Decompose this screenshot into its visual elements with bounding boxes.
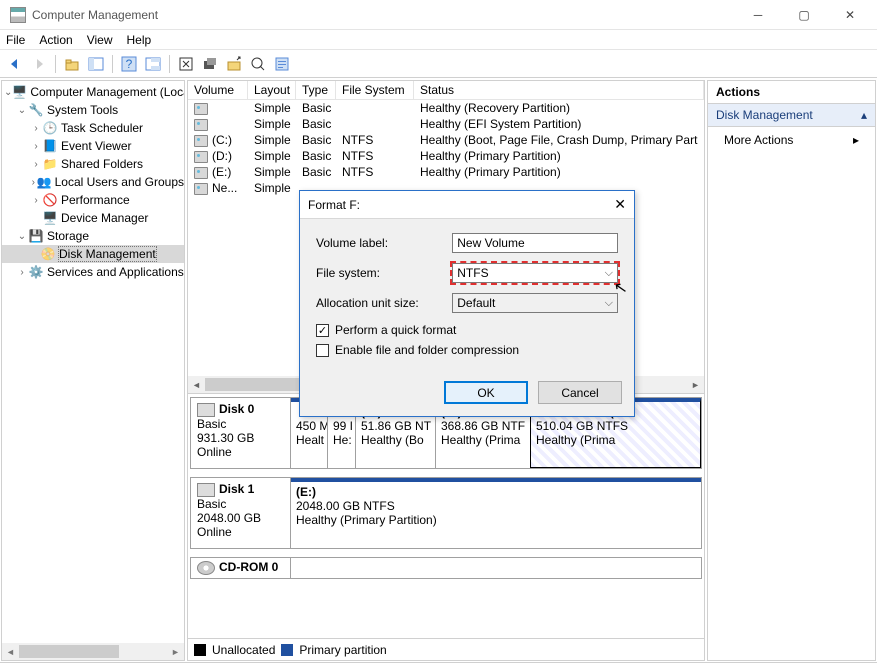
disk-row-cdrom[interactable]: CD-ROM 0 — [190, 557, 702, 579]
disk-icon — [197, 403, 215, 417]
disk-row-1[interactable]: Disk 1 Basic 2048.00 GB Online (E:)2048.… — [190, 477, 702, 549]
navigation-tree[interactable]: ⌄🖥️Computer Management (Local ⌄🔧System T… — [1, 80, 185, 661]
up-button[interactable] — [61, 53, 83, 75]
refresh-icon[interactable] — [175, 53, 197, 75]
disk-header: Disk 1 Basic 2048.00 GB Online — [191, 478, 291, 548]
back-button[interactable] — [4, 53, 26, 75]
show-hide-tree-button[interactable] — [85, 53, 107, 75]
app-icon — [10, 7, 26, 23]
legend-primary: Primary partition — [299, 643, 386, 657]
volume-row: SimpleBasicHealthy (Recovery Partition) — [188, 100, 704, 116]
dialog-close-button[interactable]: ✕ — [614, 196, 626, 213]
tree-services-apps[interactable]: Services and Applications — [47, 265, 184, 279]
drive-icon — [194, 167, 208, 179]
menu-help[interactable]: Help — [127, 33, 152, 47]
cancel-button[interactable]: Cancel — [538, 381, 622, 404]
tree-root[interactable]: Computer Management (Local — [30, 85, 185, 99]
legend-unallocated: Unallocated — [212, 643, 275, 657]
tree-event-viewer[interactable]: Event Viewer — [61, 139, 131, 153]
actions-header: Actions — [708, 81, 875, 104]
allocation-combo[interactable]: Default — [452, 293, 618, 313]
disk-header: Disk 0 Basic 931.30 GB Online — [191, 398, 291, 468]
titlebar: Computer Management ─ ▢ ✕ — [0, 0, 877, 30]
col-layout[interactable]: Layout — [248, 81, 296, 99]
menubar: File Action View Help — [0, 30, 877, 50]
drive-icon — [194, 183, 208, 195]
tree-local-users[interactable]: Local Users and Groups — [55, 175, 184, 189]
tree-task-scheduler[interactable]: Task Scheduler — [61, 121, 143, 135]
checkbox-icon — [316, 344, 329, 357]
legend: Unallocated Primary partition — [188, 638, 704, 660]
legend-swatch-primary — [281, 644, 293, 656]
checkbox-icon: ✓ — [316, 324, 329, 337]
quick-format-checkbox[interactable]: ✓ Perform a quick format — [316, 323, 618, 337]
disk-map: Disk 0 Basic 931.30 GB Online 450 MHealt… — [188, 393, 704, 638]
tree-shared-folders[interactable]: Shared Folders — [61, 157, 143, 171]
forward-button[interactable] — [28, 53, 50, 75]
actions-more[interactable]: More Actions▸ — [708, 127, 875, 153]
filesystem-combo[interactable]: NTFS — [452, 263, 618, 283]
tree-disk-management[interactable]: Disk Management — [59, 247, 156, 261]
tree-system-tools[interactable]: System Tools — [47, 103, 118, 117]
actions-section[interactable]: Disk Management▴ — [708, 104, 875, 127]
tree-device-manager[interactable]: Device Manager — [61, 211, 148, 225]
volume-row: (E:)SimpleBasicNTFSHealthy (Primary Part… — [188, 164, 704, 180]
toolbar: ? — [0, 50, 877, 78]
legend-swatch-unallocated — [194, 644, 206, 656]
volume-row: (D:)SimpleBasicNTFSHealthy (Primary Part… — [188, 148, 704, 164]
dialog-title: Format F: — [308, 198, 360, 212]
rescan-disks-button[interactable] — [223, 53, 245, 75]
drive-icon — [194, 103, 208, 115]
close-button[interactable]: ✕ — [827, 0, 873, 30]
filesystem-label: File system: — [316, 266, 452, 280]
menu-view[interactable]: View — [87, 33, 113, 47]
chevron-right-icon: ▸ — [853, 133, 859, 147]
tree-scrollbar[interactable]: ◄► — [2, 643, 184, 660]
volume-label-input[interactable] — [452, 233, 618, 253]
maximize-button[interactable]: ▢ — [781, 0, 827, 30]
minimize-button[interactable]: ─ — [735, 0, 781, 30]
help-button[interactable]: ? — [118, 53, 140, 75]
disk-icon — [197, 483, 215, 497]
col-filesystem[interactable]: File System — [336, 81, 414, 99]
volume-list[interactable]: SimpleBasicHealthy (Recovery Partition) … — [188, 100, 704, 196]
col-status[interactable]: Status — [414, 81, 704, 99]
detach-vhd-button[interactable] — [247, 53, 269, 75]
ok-button[interactable]: OK — [444, 381, 528, 404]
col-type[interactable]: Type — [296, 81, 336, 99]
tree-performance[interactable]: Performance — [61, 193, 130, 207]
partition[interactable]: (E:)2048.00 GB NTFSHealthy (Primary Part… — [291, 478, 701, 548]
cdrom-icon — [197, 561, 215, 575]
menu-file[interactable]: File — [6, 33, 25, 47]
drive-icon — [194, 135, 208, 147]
collapse-icon: ▴ — [861, 108, 867, 122]
drive-icon — [194, 151, 208, 163]
allocation-label: Allocation unit size: — [316, 296, 452, 310]
volume-list-header[interactable]: Volume Layout Type File System Status — [188, 81, 704, 100]
menu-action[interactable]: Action — [39, 33, 72, 47]
format-dialog: Format F: ✕ Volume label: File system: N… — [299, 190, 635, 417]
drive-icon — [194, 119, 208, 131]
window-title: Computer Management — [32, 8, 735, 22]
tree-storage[interactable]: Storage — [47, 229, 89, 243]
col-volume[interactable]: Volume — [188, 81, 248, 99]
svg-text:?: ? — [126, 57, 133, 71]
compression-checkbox[interactable]: Enable file and folder compression — [316, 343, 618, 357]
volume-row: (C:)SimpleBasicNTFSHealthy (Boot, Page F… — [188, 132, 704, 148]
view-settings-button[interactable] — [142, 53, 164, 75]
actions-pane: Actions Disk Management▴ More Actions▸ — [707, 80, 876, 661]
properties-button[interactable] — [271, 53, 293, 75]
dialog-titlebar[interactable]: Format F: ✕ — [300, 191, 634, 219]
volume-row: SimpleBasicHealthy (EFI System Partition… — [188, 116, 704, 132]
action-connect-button[interactable] — [199, 53, 221, 75]
volume-label-label: Volume label: — [316, 236, 452, 250]
